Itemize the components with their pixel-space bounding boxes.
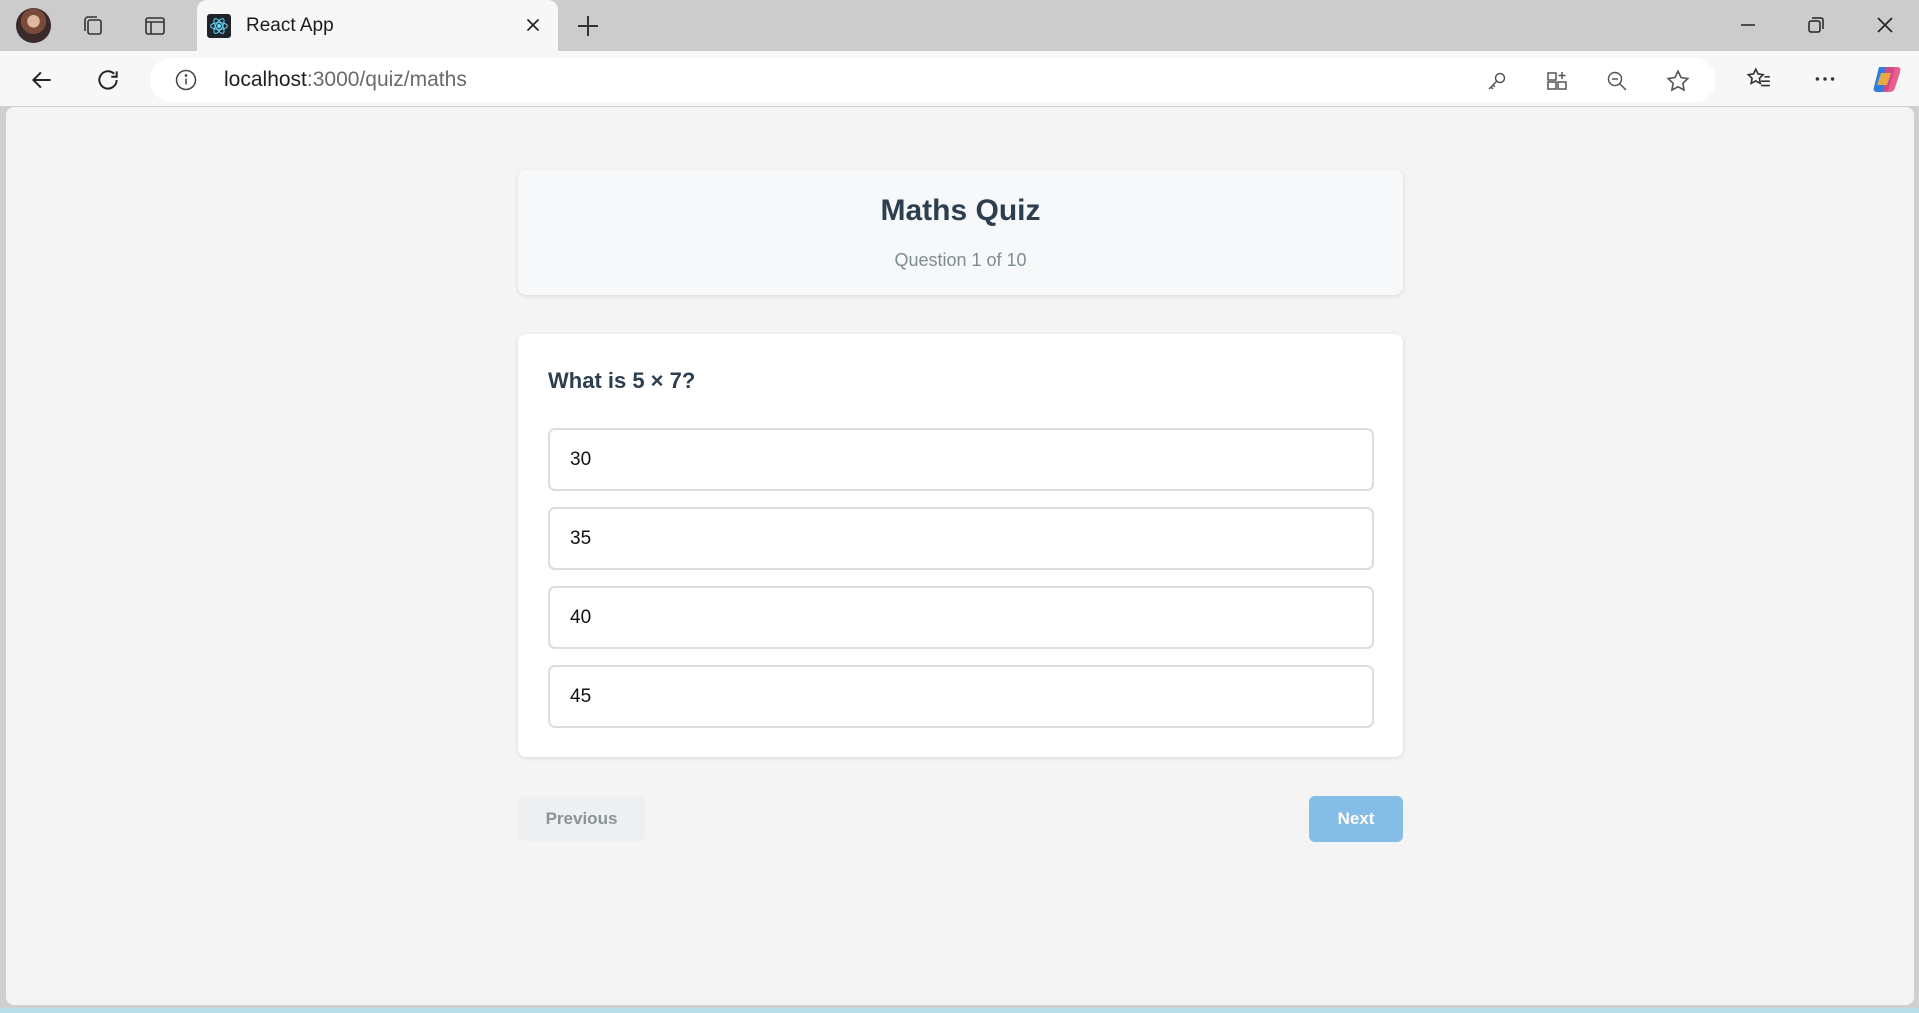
favorite-star-icon[interactable] (1665, 68, 1691, 94)
answer-option[interactable]: 45 (548, 665, 1374, 728)
workspaces-icon[interactable] (77, 10, 109, 42)
active-tab[interactable]: React App (197, 0, 558, 51)
profile-avatar[interactable] (16, 8, 51, 43)
app-available-icon[interactable] (1544, 68, 1570, 94)
close-window-icon[interactable] (1867, 8, 1903, 42)
answer-option[interactable]: 40 (548, 586, 1374, 649)
favorites-icon[interactable] (1742, 62, 1776, 96)
address-bar[interactable]: localhost:3000/quiz/maths (150, 58, 1716, 102)
zoom-out-icon[interactable] (1604, 68, 1630, 94)
answer-option[interactable]: 30 (548, 428, 1374, 491)
close-icon[interactable] (522, 14, 544, 36)
tab-actions-icon[interactable] (139, 10, 171, 42)
url-host: localhost (224, 68, 307, 91)
refresh-icon[interactable] (90, 62, 126, 98)
tab-strip: React App (0, 0, 1919, 51)
question-card: What is 5 × 7? 30 35 40 45 (518, 334, 1403, 757)
window-bottom-edge (0, 1008, 1919, 1013)
tab-title: React App (246, 15, 334, 36)
minimize-icon[interactable] (1730, 8, 1766, 42)
answer-option[interactable]: 35 (548, 507, 1374, 570)
react-favicon (207, 14, 231, 38)
url-path: :3000/quiz/maths (306, 68, 467, 91)
next-button[interactable]: Next (1309, 796, 1403, 842)
new-tab-icon[interactable] (572, 10, 604, 42)
more-icon[interactable] (1808, 62, 1842, 96)
question-progress: Question 1 of 10 (894, 250, 1027, 270)
restore-icon[interactable] (1798, 8, 1834, 42)
question-text: What is 5 × 7? (548, 368, 696, 393)
site-info-icon[interactable] (174, 68, 198, 92)
copilot-icon[interactable] (1870, 62, 1904, 96)
password-key-icon[interactable] (1484, 68, 1510, 94)
back-icon[interactable] (24, 62, 60, 98)
previous-button[interactable]: Previous (518, 796, 645, 841)
url-text[interactable]: localhost:3000/quiz/maths (224, 68, 467, 92)
quiz-header-card: Maths Quiz Question 1 of 10 (518, 170, 1403, 295)
page-title: Maths Quiz (880, 194, 1041, 227)
